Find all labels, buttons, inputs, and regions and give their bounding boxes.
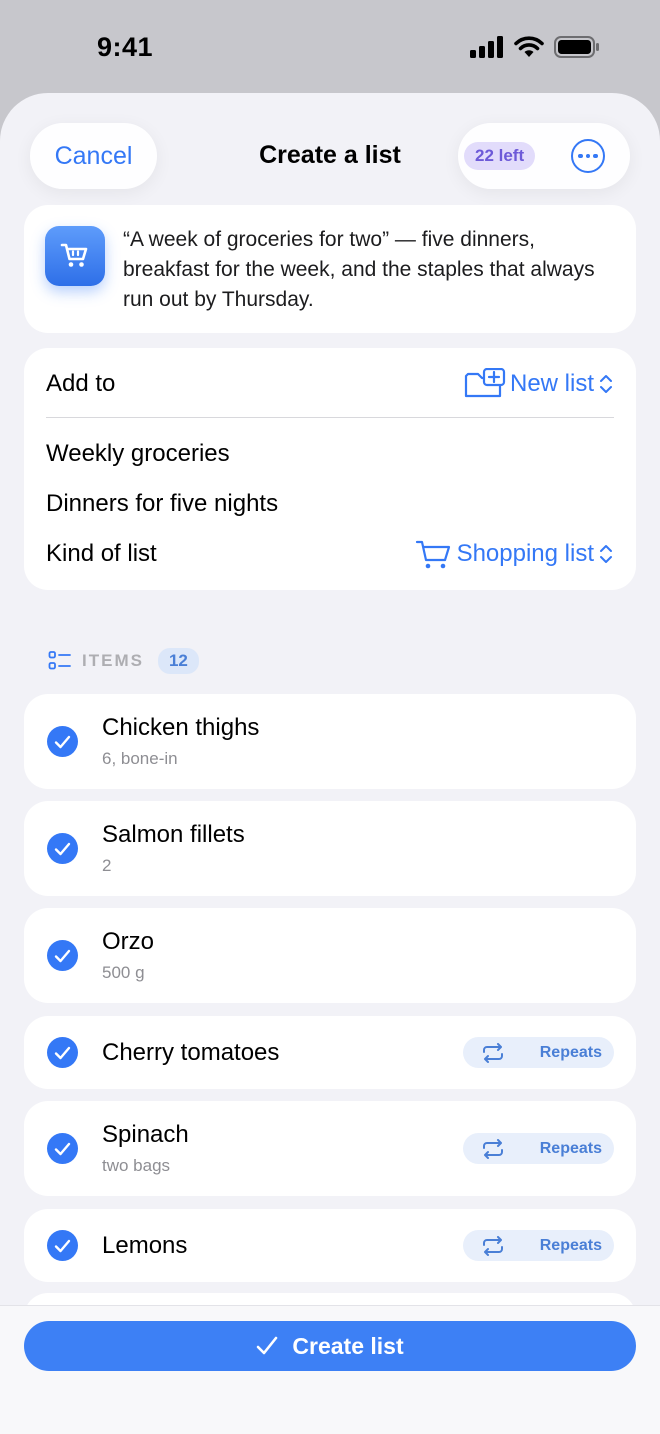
bottom-action-bar: Create list xyxy=(0,1305,660,1434)
item-title: Chicken thighs xyxy=(102,714,260,741)
prompt-text: “A week of groceries for two” — five din… xyxy=(123,228,595,311)
divider xyxy=(46,417,614,418)
list-name-field[interactable]: Weekly groceries xyxy=(46,440,230,468)
repeats-label: Repeats xyxy=(539,1043,602,1061)
status-bar: 9:41 xyxy=(0,0,660,95)
checkmark-circle-icon[interactable] xyxy=(47,940,78,971)
repeats-tag[interactable]: Repeats xyxy=(463,1230,614,1261)
wifi-icon xyxy=(514,36,544,57)
cart-icon xyxy=(45,226,105,286)
item-subtitle: 6, bone-in xyxy=(102,749,178,768)
create-list-button[interactable]: Create list xyxy=(24,1321,636,1371)
repeats-label: Repeats xyxy=(539,1236,602,1254)
create-list-label: Create list xyxy=(292,1332,404,1359)
list-settings-card: Add to New list Weekly groceries Dinners… xyxy=(24,348,636,590)
add-to-picker[interactable]: New list xyxy=(464,368,614,400)
list-item[interactable]: Salmon fillets 2 xyxy=(24,801,636,896)
items-section-label: ITEMS xyxy=(82,651,144,670)
chevron-up-down-icon xyxy=(600,375,612,393)
item-title: Lemons xyxy=(102,1232,188,1259)
item-subtitle: two bags xyxy=(102,1156,171,1175)
items-section-header: ITEMS 12 xyxy=(48,648,199,674)
repeats-label: Repeats xyxy=(539,1139,602,1157)
checkmark-circle-icon[interactable] xyxy=(47,1230,78,1261)
checkmark-icon xyxy=(257,1336,278,1355)
checklist-icon xyxy=(48,651,71,670)
repeats-tag[interactable]: Repeats xyxy=(463,1133,614,1164)
list-item[interactable]: Spinach two bags Repeats xyxy=(24,1101,636,1196)
kind-of-list-value: Shopping list xyxy=(456,540,594,567)
list-item[interactable]: Lemons Repeats xyxy=(24,1209,636,1282)
list-description-field[interactable]: Dinners for five nights xyxy=(46,490,278,518)
repeats-tag[interactable]: Repeats xyxy=(463,1037,614,1068)
item-title: Salmon fillets xyxy=(102,821,245,848)
checkmark-circle-icon[interactable] xyxy=(47,833,78,864)
cellular-signal-icon xyxy=(470,36,503,58)
kind-of-list-label: Kind of list xyxy=(46,540,157,567)
checkmark-circle-icon[interactable] xyxy=(47,1133,78,1164)
cart-icon xyxy=(415,540,450,569)
checkmark-circle-icon[interactable] xyxy=(47,1037,78,1068)
repeat-icon xyxy=(483,1235,503,1256)
status-time: 9:41 xyxy=(97,32,154,62)
ellipsis-circle-icon[interactable] xyxy=(571,139,606,173)
checkmark-circle-icon[interactable] xyxy=(47,726,78,757)
battery-icon xyxy=(554,36,599,58)
items-count-badge: 12 xyxy=(157,648,199,674)
remaining-count-badge: 22 left xyxy=(464,142,536,170)
repeat-icon xyxy=(483,1042,503,1063)
status-icons xyxy=(470,36,600,58)
item-title: Cherry tomatoes xyxy=(102,1039,280,1066)
folder-plus-icon xyxy=(464,368,506,398)
item-subtitle: 2 xyxy=(102,856,112,875)
add-to-label: Add to xyxy=(46,370,116,397)
header-actions: 22 left xyxy=(458,123,630,189)
repeat-icon xyxy=(483,1138,503,1159)
kind-of-list-picker[interactable]: Shopping list xyxy=(415,538,614,570)
add-to-value: New list xyxy=(509,370,594,397)
item-subtitle: 500 g xyxy=(102,963,145,982)
list-item[interactable]: Cherry tomatoes Repeats xyxy=(24,1016,636,1089)
item-title: Orzo xyxy=(102,928,155,955)
item-title: Spinach xyxy=(102,1121,189,1148)
list-item[interactable]: Orzo 500 g xyxy=(24,908,636,1003)
chevron-up-down-icon xyxy=(600,545,612,563)
prompt-card: “A week of groceries for two” — five din… xyxy=(24,205,636,333)
create-list-sheet: Cancel Create a list 22 left “A week of … xyxy=(0,93,660,1434)
list-item[interactable]: Chicken thighs 6, bone-in xyxy=(24,694,636,789)
